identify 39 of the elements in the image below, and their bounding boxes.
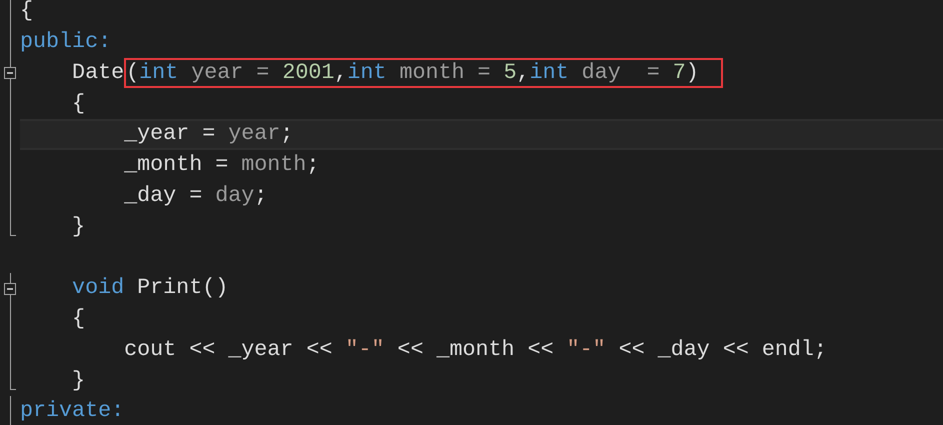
code-text: ; — [306, 151, 320, 180]
code-parameter: day = — [580, 58, 661, 87]
code-text: } — [71, 212, 86, 241]
collapse-icon[interactable] — [4, 66, 16, 79]
code-parameter: month = — [398, 58, 492, 87]
code-number: 7 — [672, 58, 686, 87]
code-text: Date — [71, 58, 124, 87]
code-text: { — [20, 0, 34, 26]
code-parameter: month — [241, 151, 306, 180]
code-string: "-" — [566, 336, 606, 364]
code-string: "-" — [345, 336, 384, 364]
code-keyword: private: — [20, 397, 124, 425]
code-text: << _month << — [396, 336, 555, 364]
code-text: _day = — [123, 182, 204, 210]
code-parameter: year — [228, 120, 280, 148]
code-keyword: public: — [20, 28, 112, 56]
code-keyword: int — [530, 58, 569, 87]
code-text: << _day << endl; — [618, 336, 827, 364]
code-text: { — [71, 305, 86, 334]
code-text: , — [334, 58, 348, 87]
code-keyword: void — [71, 274, 124, 302]
code-keyword: int — [347, 58, 386, 87]
code-text: ( — [126, 58, 140, 87]
code-text: _year = — [123, 120, 216, 148]
code-text: ; — [254, 182, 268, 210]
code-parameter: year = — [190, 58, 270, 87]
code-text: } — [71, 366, 86, 395]
code-number: 5 — [504, 58, 517, 87]
code-parameter: day — [215, 182, 254, 210]
code-keyword: int — [139, 58, 178, 87]
collapse-icon[interactable] — [4, 282, 16, 295]
code-text: cout << _year << — [123, 336, 334, 364]
code-text: ) — [686, 58, 699, 87]
code-text: Print() — [136, 274, 228, 302]
code-number: 2001 — [282, 58, 334, 87]
code-text: ; — [280, 120, 294, 148]
code-text: { — [71, 90, 86, 118]
code-text: _month = — [123, 151, 230, 180]
code-text: , — [516, 58, 530, 87]
